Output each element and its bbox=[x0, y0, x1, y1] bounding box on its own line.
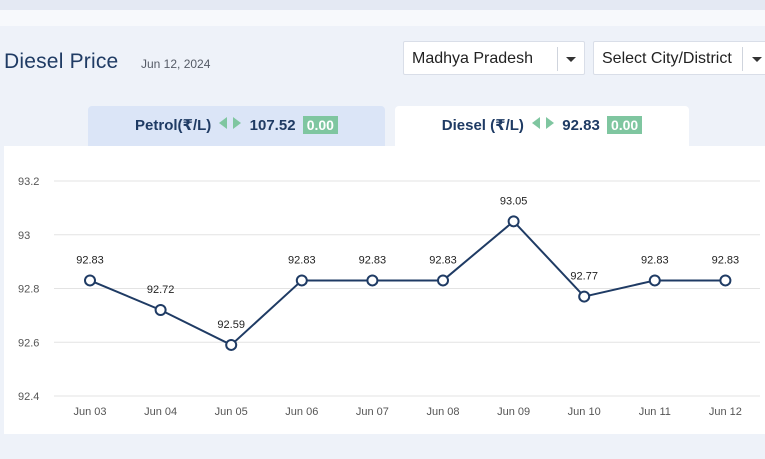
y-tick-label: 93 bbox=[18, 230, 30, 242]
data-point bbox=[366, 274, 379, 287]
chevron-down-icon[interactable] bbox=[566, 57, 576, 62]
chevron-down-icon[interactable] bbox=[752, 57, 762, 62]
state-select[interactable]: Madhya Pradesh bbox=[403, 41, 585, 75]
x-tick-label: Jun 11 bbox=[639, 406, 671, 418]
x-tick-label: Jun 03 bbox=[73, 406, 106, 418]
x-tick-label: Jun 04 bbox=[144, 406, 177, 418]
y-tick-label: 92.8 bbox=[18, 284, 39, 296]
x-tick-label: Jun 12 bbox=[709, 406, 742, 418]
page-date: Jun 12, 2024 bbox=[141, 57, 211, 71]
top-strip bbox=[0, 0, 765, 10]
data-label: 92.83 bbox=[359, 254, 387, 266]
data-label: 92.83 bbox=[712, 254, 740, 266]
top-card bbox=[0, 10, 765, 26]
data-point bbox=[719, 274, 732, 287]
data-point bbox=[154, 304, 167, 316]
city-select-value: Select City/District bbox=[602, 50, 732, 67]
x-tick-label: Jun 10 bbox=[568, 406, 601, 418]
tab-diesel-change-badge: 0.00 bbox=[606, 116, 643, 135]
y-tick-label: 92.4 bbox=[18, 391, 39, 403]
data-point bbox=[648, 274, 661, 287]
tab-petrol-price: 107.52 bbox=[249, 117, 296, 134]
x-tick-label: Jun 09 bbox=[497, 406, 530, 418]
data-label: 93.05 bbox=[500, 195, 528, 207]
data-label: 92.77 bbox=[570, 271, 598, 283]
tab-petrol-label: Petrol(₹/L) bbox=[135, 117, 212, 134]
tab-petrol[interactable]: Petrol(₹/L) 107.52 0.00 bbox=[88, 106, 385, 146]
page-title: Diesel Price bbox=[4, 50, 119, 73]
data-point bbox=[507, 215, 520, 228]
bottom-strip bbox=[0, 434, 765, 459]
price-change-arrows-icon bbox=[532, 105, 555, 145]
x-tick-label: Jun 06 bbox=[285, 406, 318, 418]
state-select-divider bbox=[557, 47, 558, 71]
chart-card: 92.4 92.6 92.8 93 93.2 Jun 03 Jun 04 Jun 05 Jun … bbox=[4, 146, 765, 434]
tab-diesel-label: Diesel (₹/L) bbox=[441, 117, 524, 134]
city-select-divider bbox=[742, 47, 743, 71]
price-line-chart: 92.4 92.6 92.8 93 93.2 Jun 03 Jun 04 Jun 05 Jun … bbox=[18, 176, 760, 418]
data-point bbox=[225, 338, 238, 351]
state-select-value: Madhya Pradesh bbox=[412, 50, 533, 67]
x-tick-label: Jun 05 bbox=[215, 406, 248, 418]
data-label: 92.83 bbox=[641, 254, 669, 266]
tab-diesel[interactable]: Diesel (₹/L) 92.83 0.00 bbox=[395, 106, 689, 146]
data-label: 92.83 bbox=[429, 254, 457, 266]
series-line bbox=[89, 219, 726, 347]
data-label: 92.72 bbox=[147, 284, 175, 296]
city-select[interactable]: Select City/District bbox=[593, 41, 765, 75]
x-tick-label: Jun 08 bbox=[426, 406, 459, 418]
data-point bbox=[295, 274, 308, 287]
data-label: 92.83 bbox=[76, 254, 104, 266]
data-point bbox=[578, 290, 591, 303]
data-point bbox=[437, 274, 449, 287]
tab-diesel-price: 92.83 bbox=[562, 117, 600, 134]
data-point bbox=[84, 274, 96, 287]
data-label: 92.59 bbox=[217, 319, 245, 331]
y-tick-label: 92.6 bbox=[18, 337, 39, 349]
x-tick-label: Jun 07 bbox=[356, 406, 389, 418]
y-tick-label: 93.2 bbox=[18, 176, 39, 188]
tab-petrol-change-badge: 0.00 bbox=[302, 116, 338, 135]
price-change-arrows-icon bbox=[219, 105, 242, 145]
data-label: 92.83 bbox=[288, 254, 316, 266]
